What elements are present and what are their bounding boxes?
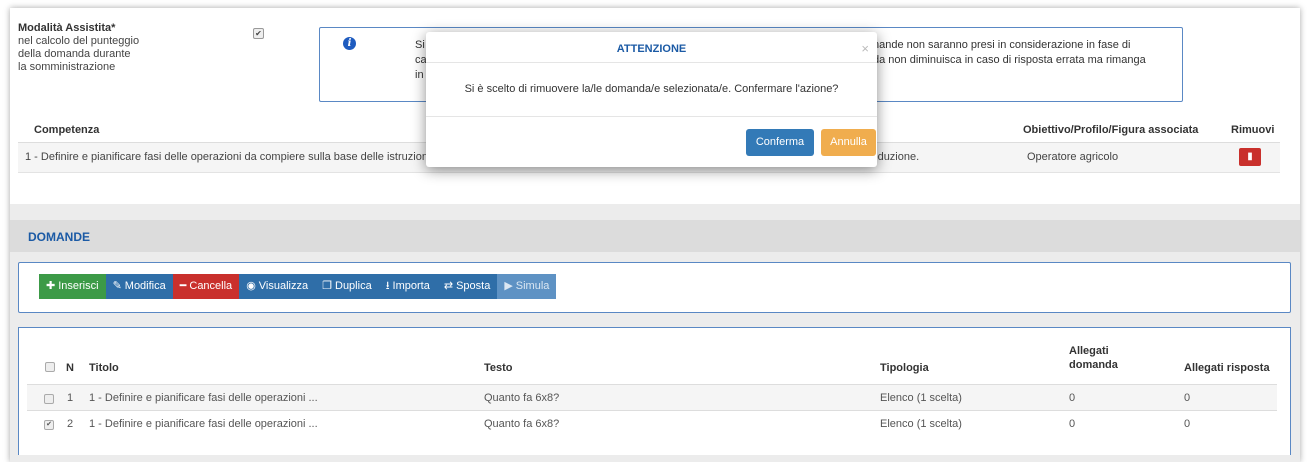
dialog-message: Si è scelto di rimuovere la/le domanda/e… — [464, 83, 839, 95]
dialog-title: ATTENZIONE — [616, 43, 687, 55]
dialog-divider-bottom — [426, 116, 877, 117]
annulla-button[interactable]: Annulla — [821, 129, 876, 156]
close-icon[interactable]: × — [861, 41, 869, 56]
dialog-divider-top — [426, 62, 877, 63]
confirm-dialog: ATTENZIONE × Si è scelto di rimuovere la… — [426, 32, 877, 167]
conferma-button[interactable]: Conferma — [746, 129, 814, 156]
